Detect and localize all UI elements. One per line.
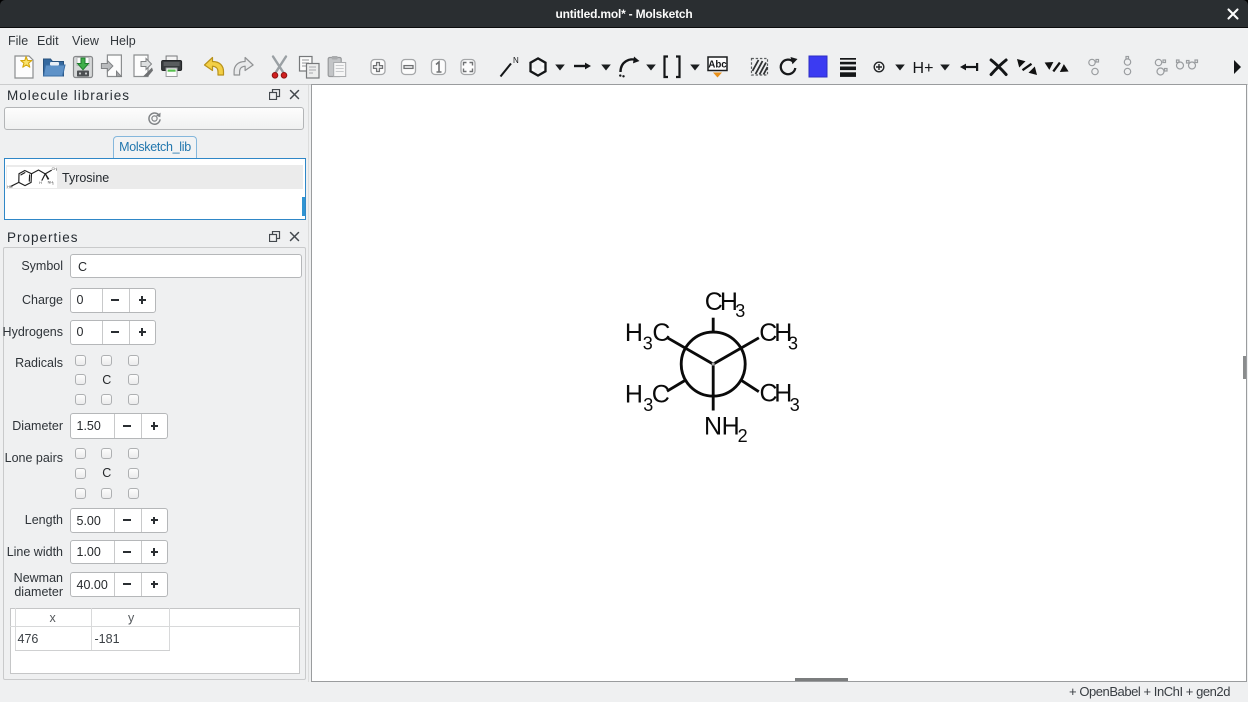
svg-text:N: N — [513, 56, 519, 65]
svg-text:Abc: Abc — [708, 60, 727, 71]
svg-text:H+: H+ — [913, 60, 934, 77]
svg-text:HO: HO — [7, 184, 13, 187]
svg-text:H: H — [39, 180, 42, 184]
svg-text:3: 3 — [56, 167, 57, 171]
svg-text:2: 2 — [52, 181, 54, 185]
